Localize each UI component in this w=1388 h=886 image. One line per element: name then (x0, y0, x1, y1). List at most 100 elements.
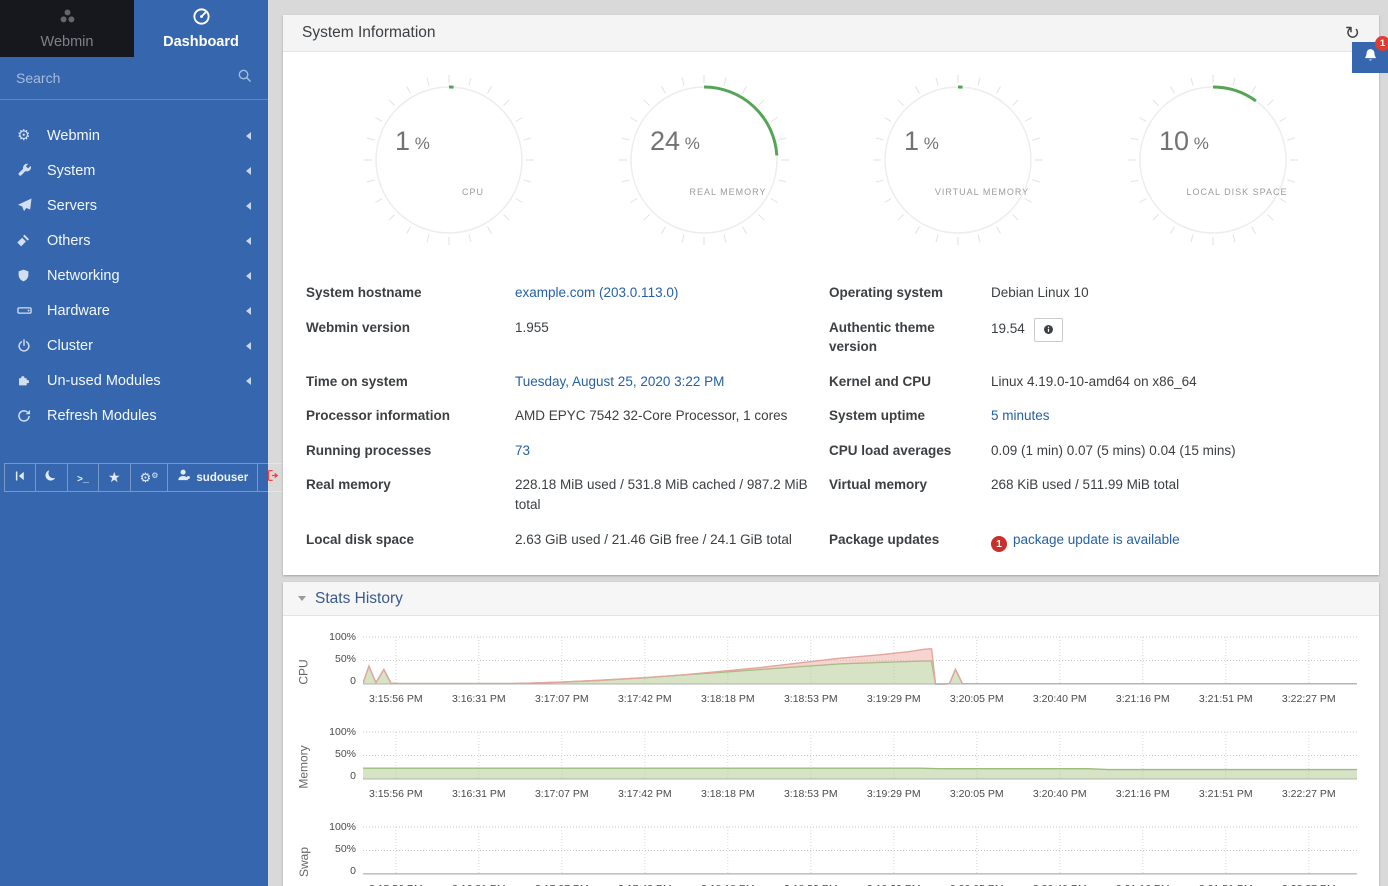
sidebar-item-refresh-modules[interactable]: Refresh Modules (0, 398, 268, 433)
info-value-link[interactable]: Tuesday, August 25, 2020 3:22 PM (515, 374, 724, 389)
power-icon (17, 339, 41, 353)
username-label: sudouser (196, 472, 248, 484)
refresh-icon (17, 409, 41, 423)
sidebar-menu: ⚙ Webmin SystemServersOthers Networking Hard… (0, 100, 268, 433)
x-tick-label: 3:17:42 PM (618, 788, 672, 800)
sidebar-item-label: Un-used Modules (47, 373, 246, 389)
chart-yticks: 100% 50% 0 (317, 822, 363, 886)
update-count-badge: 1 (991, 536, 1007, 552)
search-icon[interactable] (237, 68, 252, 88)
sidebar-item-label: Networking (47, 268, 246, 284)
sidebar-item-system[interactable]: System (0, 153, 268, 188)
theme-settings-button[interactable]: ⚙⚙ (131, 464, 169, 491)
x-tick-label: 3:21:51 PM (1199, 693, 1253, 705)
info-value: 1.955 (515, 320, 549, 335)
chart-yticks: 100% 50% 0 (317, 727, 363, 806)
sidebar-item-hardware[interactable]: Hardware (0, 293, 268, 328)
chart-xlabels: 3:15:56 PM3:16:31 PM3:17:07 PM3:17:42 PM… (363, 693, 1357, 711)
notifications-button[interactable]: 1 (1352, 42, 1388, 73)
sidebar-item-webmin[interactable]: ⚙ Webmin (0, 118, 268, 153)
info-value-cell: 0.09 (1 min) 0.07 (5 mins) 0.04 (15 mins… (991, 433, 1356, 468)
page-title: System Information (302, 24, 1345, 42)
search-input[interactable] (16, 70, 237, 86)
info-value-link[interactable]: 5 minutes (991, 408, 1050, 423)
tab-webmin-label: Webmin (41, 34, 94, 50)
info-label: Running processes (306, 433, 515, 468)
paper-plane-icon (17, 198, 41, 213)
info-value-cell: Linux 4.19.0-10-amd64 on x86_64 (991, 364, 1356, 399)
info-value-cell: 268 KiB used / 511.99 MiB total (991, 467, 1356, 521)
tab-dashboard[interactable]: Dashboard (134, 0, 268, 57)
stats-history-header[interactable]: Stats History (283, 582, 1379, 616)
x-tick-label: 3:21:16 PM (1116, 693, 1170, 705)
x-tick-label: 3:19:29 PM (867, 693, 921, 705)
info-label: System uptime (829, 398, 991, 433)
refresh-icon[interactable]: ↻ (1345, 24, 1360, 42)
sidebar-item-label: Refresh Modules (47, 408, 251, 424)
theme-info-button[interactable] (1034, 318, 1063, 343)
info-value-link[interactable]: 73 (515, 443, 530, 458)
tab-webmin[interactable]: Webmin (0, 0, 134, 57)
info-value-link[interactable]: package update is available (1013, 532, 1180, 547)
info-value-cell: 1.955 (515, 310, 829, 364)
x-tick-label: 3:18:18 PM (701, 693, 755, 705)
gauge-virtual-memory: 1 % VIRTUAL MEMORY (870, 72, 1046, 253)
x-tick-label: 3:15:56 PM (369, 788, 423, 800)
info-value-cell: 19.54 (991, 310, 1356, 364)
info-value-link[interactable]: example.com (203.0.113.0) (515, 285, 678, 300)
info-value-cell: Tuesday, August 25, 2020 3:22 PM (515, 364, 829, 399)
x-tick-label: 3:21:51 PM (1199, 788, 1253, 800)
chart-axis-label: Memory (291, 727, 317, 806)
x-tick-label: 3:17:07 PM (535, 788, 589, 800)
shield-icon (17, 269, 41, 282)
caret-left-icon (246, 132, 251, 140)
caret-left-icon (246, 237, 251, 245)
dashboard-gauge-icon (192, 7, 211, 30)
info-value: 228.18 MiB used / 531.8 MiB cached / 987… (515, 477, 808, 512)
chart-plot (363, 727, 1357, 785)
sidebar-item-others[interactable]: Others (0, 223, 268, 258)
info-value-cell: AMD EPYC 7542 32-Core Processor, 1 cores (515, 398, 829, 433)
favorites-button[interactable]: ★ (99, 464, 131, 491)
sidebar-item-networking[interactable]: Networking (0, 258, 268, 293)
info-icon (1043, 321, 1054, 341)
caret-left-icon (246, 272, 251, 280)
sidebar-item-label: Webmin (47, 128, 246, 144)
sidebar-item-servers[interactable]: Servers (0, 188, 268, 223)
system-information-header: System Information ↻ (283, 15, 1379, 52)
main-content: System Information ↻ 1 % CPU 24 % REAL M… (268, 0, 1388, 886)
chart-axis-label: CPU (291, 632, 317, 711)
gauge-label: VIRTUAL MEMORY (935, 187, 1029, 197)
x-tick-label: 3:18:53 PM (784, 693, 838, 705)
info-value-cell: 73 (515, 433, 829, 468)
caret-left-icon (246, 342, 251, 350)
user-button[interactable]: sudouser (168, 464, 258, 491)
info-value: 19.54 (991, 321, 1025, 336)
x-tick-label: 3:19:29 PM (867, 788, 921, 800)
gauge-local-disk-space: 10 % LOCAL DISK SPACE (1125, 72, 1301, 253)
gauge-real-memory: 24 % REAL MEMORY (616, 72, 792, 253)
caret-left-icon (246, 377, 251, 385)
sidebar-item-un-used-modules[interactable]: Un-used Modules (0, 363, 268, 398)
x-tick-label: 3:16:31 PM (452, 788, 506, 800)
sidebar-item-cluster[interactable]: Cluster (0, 328, 268, 363)
gauges-row: 1 % CPU 24 % REAL MEMORY 1 % VIRTUAL MEM… (306, 72, 1356, 253)
gear-icon: ⚙ (17, 128, 41, 143)
info-value: 268 KiB used / 511.99 MiB total (991, 477, 1179, 492)
info-label: Operating system (829, 275, 991, 310)
terminal-button[interactable]: >_ (68, 464, 99, 491)
x-tick-label: 3:20:40 PM (1033, 788, 1087, 800)
collapse-sidebar-button[interactable] (5, 464, 36, 491)
x-tick-label: 3:22:27 PM (1282, 788, 1336, 800)
x-tick-label: 3:20:05 PM (950, 693, 1004, 705)
info-label: Time on system (306, 364, 515, 399)
info-value-cell: 5 minutes (991, 398, 1356, 433)
night-mode-button[interactable] (36, 464, 68, 491)
info-value: Debian Linux 10 (991, 285, 1089, 300)
wrench-icon (17, 163, 41, 178)
hdd-icon (17, 303, 41, 318)
system-information-body: 1 % CPU 24 % REAL MEMORY 1 % VIRTUAL MEM… (283, 52, 1379, 575)
info-value: Linux 4.19.0-10-amd64 on x86_64 (991, 374, 1197, 389)
sidebar-item-label: Cluster (47, 338, 246, 354)
x-tick-label: 3:16:31 PM (452, 693, 506, 705)
